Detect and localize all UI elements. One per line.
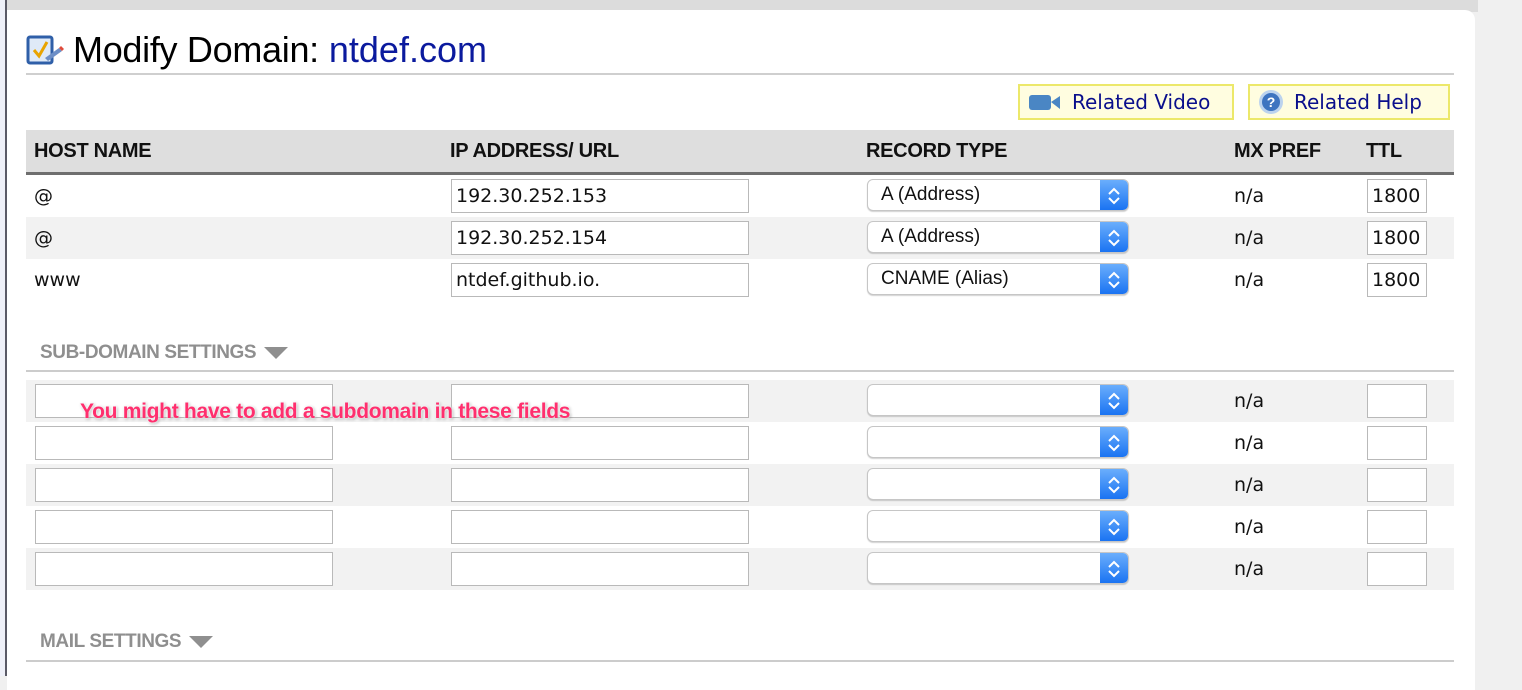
title-divider [26,73,1454,75]
mx-pref-value: n/a [1234,516,1265,538]
mx-pref-value: n/a [1234,432,1265,454]
mx-pref-value: n/a [1234,390,1265,412]
mx-pref-value: n/a [1234,558,1265,580]
left-frame-edge [0,0,7,676]
subdomain-row: n/a [26,422,1454,464]
ip-address-input[interactable]: 192.30.252.154 [451,221,749,255]
ttl-input[interactable]: 1800 [1367,221,1427,255]
table-row: @ 192.30.252.154 A (Address) n/a 1800 [26,217,1454,259]
subdomain-address-input[interactable] [451,468,749,502]
select-arrows-icon [1100,180,1128,210]
triangle-down-icon [264,347,289,359]
subdomain-record-type-select[interactable] [867,468,1129,500]
modify-domain-panel: Modify Domain: ntdef.com Related Video ?… [7,10,1475,690]
mail-settings-toggle[interactable]: MAIL SETTINGS [40,631,214,653]
select-arrows-icon [1100,511,1128,541]
domain-name: ntdef.com [328,29,487,70]
svg-text:?: ? [1267,94,1276,110]
subdomain-host-input[interactable] [35,552,333,586]
related-video-button[interactable]: Related Video [1018,84,1234,120]
related-video-label: Related Video [1072,90,1211,114]
table-row: @ 192.30.252.153 A (Address) n/a 1800 [26,175,1454,217]
ttl-input[interactable]: 1800 [1367,263,1427,297]
subdomain-host-input[interactable] [35,468,333,502]
select-arrows-icon [1100,427,1128,457]
record-type-select[interactable]: A (Address) [867,221,1129,253]
subdomain-address-input[interactable] [451,510,749,544]
ip-address-input[interactable]: ntdef.github.io. [451,263,749,297]
subdomain-row: n/a [26,548,1454,590]
mx-pref-value: n/a [1234,227,1265,249]
subdomain-record-type-select[interactable] [867,384,1129,416]
select-arrows-icon [1100,385,1128,415]
column-host-name: HOST NAME [34,140,152,162]
column-mx-pref: MX PREF [1234,140,1321,162]
ttl-input[interactable]: 1800 [1367,179,1427,213]
related-help-button[interactable]: ? Related Help [1248,84,1450,120]
subdomain-address-input[interactable] [451,426,749,460]
select-arrows-icon [1100,222,1128,252]
page-title-label: Modify Domain: [73,29,319,70]
subdomain-settings-heading: SUB-DOMAIN SETTINGS [40,342,257,363]
record-type-value: A (Address) [881,184,981,205]
triangle-down-icon [189,636,214,648]
select-arrows-icon [1100,264,1128,294]
host-name: @ [34,185,53,207]
subdomain-host-input[interactable] [35,510,333,544]
question-circle-icon: ? [1259,90,1283,114]
subdomain-address-input[interactable] [451,552,749,586]
related-help-label: Related Help [1294,90,1422,114]
subdomain-address-input[interactable] [451,384,749,418]
page-title: Modify Domain: ntdef.com [25,28,487,72]
subdomain-record-type-select[interactable] [867,510,1129,542]
subdomain-record-type-select[interactable] [867,552,1129,584]
select-arrows-icon [1100,553,1128,583]
select-arrows-icon [1100,469,1128,499]
mail-settings-heading: MAIL SETTINGS [40,631,182,652]
subdomain-divider [26,370,1454,372]
mail-divider [26,660,1454,662]
video-camera-icon [1029,95,1060,110]
mx-pref-value: n/a [1234,474,1265,496]
subdomain-host-input[interactable] [35,426,333,460]
record-type-select[interactable]: A (Address) [867,179,1129,211]
column-ttl: TTL [1366,140,1402,162]
record-type-select[interactable]: CNAME (Alias) [867,263,1129,295]
host-name: www [34,269,81,291]
column-ip-address: IP ADDRESS/ URL [450,140,619,162]
table-row: www ntdef.github.io. CNAME (Alias) n/a 1… [26,259,1454,301]
subdomain-row: n/a [26,506,1454,548]
subdomain-settings-toggle[interactable]: SUB-DOMAIN SETTINGS [40,342,289,364]
host-name: @ [34,227,53,249]
subdomain-ttl-input[interactable] [1367,426,1427,460]
subdomain-ttl-input[interactable] [1367,510,1427,544]
subdomain-ttl-input[interactable] [1367,552,1427,586]
subdomain-host-input[interactable] [35,384,333,418]
subdomain-row: n/a [26,380,1454,422]
subdomain-ttl-input[interactable] [1367,468,1427,502]
column-record-type: RECORD TYPE [866,140,1008,162]
record-type-value: A (Address) [881,226,981,247]
records-table-header: HOST NAME IP ADDRESS/ URL RECORD TYPE MX… [26,130,1454,175]
mx-pref-value: n/a [1234,269,1265,291]
subdomain-row: n/a [26,464,1454,506]
ip-address-input[interactable]: 192.30.252.153 [451,179,749,213]
subdomain-record-type-select[interactable] [867,426,1129,458]
mx-pref-value: n/a [1234,185,1265,207]
subdomain-ttl-input[interactable] [1367,384,1427,418]
edit-checklist-icon [25,30,65,70]
record-type-value: CNAME (Alias) [881,268,1009,289]
